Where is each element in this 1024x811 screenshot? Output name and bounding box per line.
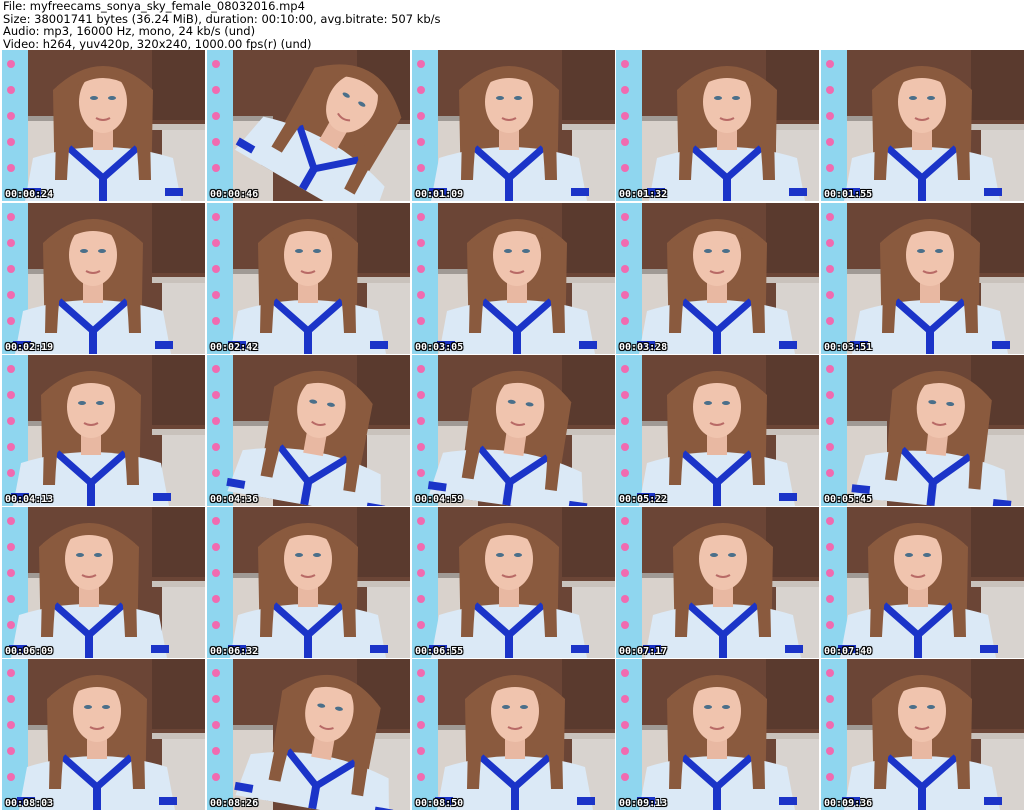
video-thumbnail: 00:00:24 [2, 50, 205, 201]
video-thumbnail: 00:07:17 [616, 507, 819, 658]
thumbnail-frame-image [2, 659, 205, 810]
thumbnail-frame-image [616, 355, 819, 506]
video-thumbnail: 00:01:55 [821, 50, 1024, 201]
file-size-line: Size: 38001741 bytes (36.24 MiB), durati… [3, 12, 441, 25]
video-thumbnail: 00:02:42 [207, 203, 410, 354]
thumbnail-timestamp: 00:04:36 [210, 494, 259, 505]
video-thumbnail: 00:03:51 [821, 203, 1024, 354]
thumbnail-frame-image [616, 203, 819, 354]
thumbnail-frame-image [207, 507, 410, 658]
thumbnail-timestamp: 00:08:26 [210, 798, 259, 809]
thumbnail-timestamp: 00:01:32 [619, 189, 668, 200]
video-thumbnail: 00:03:28 [616, 203, 819, 354]
video-thumbnail: 00:04:36 [207, 355, 410, 506]
file-info-header: File: myfreecams_sonya_sky_female_080320… [3, 0, 1021, 50]
thumbnail-frame-image [821, 507, 1024, 658]
thumbnail-frame-image [2, 203, 205, 354]
thumbnail-timestamp: 00:06:55 [415, 646, 464, 657]
video-thumbnail: 00:02:19 [2, 203, 205, 354]
thumbnail-timestamp: 00:09:13 [619, 798, 668, 809]
thumbnail-timestamp: 00:06:09 [5, 646, 54, 657]
file-name-line: File: myfreecams_sonya_sky_female_080320… [3, 0, 305, 13]
video-thumbnail: 00:09:13 [616, 659, 819, 810]
thumbnail-frame-image [616, 659, 819, 810]
thumbnail-frame-image [412, 507, 615, 658]
thumbnail-frame-image [821, 203, 1024, 354]
thumbnail-timestamp: 00:04:13 [5, 494, 54, 505]
thumbnail-frame-image [412, 659, 615, 810]
video-thumbnail: 00:08:26 [207, 659, 410, 810]
thumbnail-frame-image [207, 203, 410, 354]
video-thumbnail: 00:06:55 [412, 507, 615, 658]
thumbnail-frame-image [412, 50, 615, 201]
video-thumbnail: 00:00:46 [207, 50, 410, 201]
thumbnail-frame-image [207, 659, 410, 810]
video-thumbnail: 00:04:59 [412, 355, 615, 506]
video-thumbnail: 00:05:45 [821, 355, 1024, 506]
thumbnail-timestamp: 00:08:50 [415, 798, 464, 809]
video-thumbnail: 00:07:40 [821, 507, 1024, 658]
video-thumbnail: 00:08:03 [2, 659, 205, 810]
thumbnail-timestamp: 00:07:40 [824, 646, 873, 657]
video-thumbnail: 00:06:32 [207, 507, 410, 658]
thumbnail-frame-image [821, 50, 1024, 201]
thumbnail-timestamp: 00:07:17 [619, 646, 668, 657]
thumbnail-frame-image [2, 355, 205, 506]
thumbnail-timestamp: 00:08:03 [5, 798, 54, 809]
thumbnail-frame-image [2, 507, 205, 658]
thumbnail-timestamp: 00:05:45 [824, 494, 873, 505]
thumbnail-frame-image [2, 50, 205, 201]
thumbnail-timestamp: 00:02:42 [210, 342, 259, 353]
thumbnail-timestamp: 00:00:46 [210, 189, 259, 200]
audio-info-line: Audio: mp3, 16000 Hz, mono, 24 kb/s (und… [3, 25, 256, 38]
thumbnail-timestamp: 00:00:24 [5, 189, 54, 200]
video-thumbnail: 00:05:22 [616, 355, 819, 506]
thumbnail-timestamp: 00:03:05 [415, 342, 464, 353]
thumbnail-frame-image [207, 355, 410, 506]
video-info-line: Video: h264, yuv420p, 320x240, 1000.00 f… [3, 37, 312, 50]
video-thumbnail: 00:03:05 [412, 203, 615, 354]
thumbnail-grid: 00:00:24 00:00:46 00:01:09 00:01:32 00:01:55… [0, 50, 1024, 811]
thumbnail-timestamp: 00:09:36 [824, 798, 873, 809]
thumbnail-timestamp: 00:01:55 [824, 189, 873, 200]
thumbnail-frame-image [412, 355, 615, 506]
video-thumbnail: 00:09:36 [821, 659, 1024, 810]
thumbnail-timestamp: 00:02:19 [5, 342, 54, 353]
video-thumbnail: 00:06:09 [2, 507, 205, 658]
thumbnail-frame-image [821, 355, 1024, 506]
video-thumbnail: 00:08:50 [412, 659, 615, 810]
thumbnail-timestamp: 00:05:22 [619, 494, 668, 505]
thumbnail-frame-image [616, 507, 819, 658]
video-thumbnail: 00:01:32 [616, 50, 819, 201]
video-thumbnail: 00:04:13 [2, 355, 205, 506]
thumbnail-timestamp: 00:03:28 [619, 342, 668, 353]
video-thumbnail: 00:01:09 [412, 50, 615, 201]
thumbnail-timestamp: 00:06:32 [210, 646, 259, 657]
thumbnail-frame-image [616, 50, 819, 201]
thumbnail-frame-image [207, 50, 410, 201]
thumbnail-frame-image [412, 203, 615, 354]
thumbnail-timestamp: 00:03:51 [824, 342, 873, 353]
thumbnail-frame-image [821, 659, 1024, 810]
thumbnail-timestamp: 00:01:09 [415, 189, 464, 200]
thumbnail-timestamp: 00:04:59 [415, 494, 464, 505]
